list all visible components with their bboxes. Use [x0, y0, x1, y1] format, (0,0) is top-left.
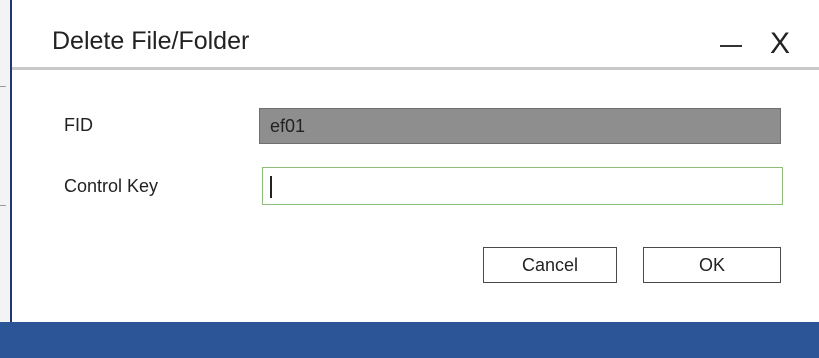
control-key-label: Control Key: [64, 176, 159, 196]
close-icon: X: [769, 27, 790, 60]
delete-file-folder-dialog: Delete File/Folder X FID ef01 Control Ke…: [10, 0, 819, 322]
cancel-button[interactable]: Cancel: [483, 247, 617, 283]
fid-label: FID: [64, 115, 93, 135]
fid-field: ef01: [259, 108, 781, 144]
background-window-edge: [0, 0, 10, 323]
minimize-icon: [720, 45, 742, 47]
control-key-input[interactable]: [262, 167, 783, 205]
dialog-footer-bar: [0, 322, 819, 358]
minimize-button[interactable]: [716, 29, 748, 59]
ok-button[interactable]: OK: [643, 247, 781, 283]
dialog-title: Delete File/Folder: [52, 27, 250, 55]
edge-tick: [0, 205, 6, 206]
edge-tick: [0, 86, 6, 87]
dialog-titlebar[interactable]: Delete File/Folder X: [12, 0, 819, 70]
close-button[interactable]: X: [765, 29, 795, 59]
text-cursor: [270, 176, 272, 198]
